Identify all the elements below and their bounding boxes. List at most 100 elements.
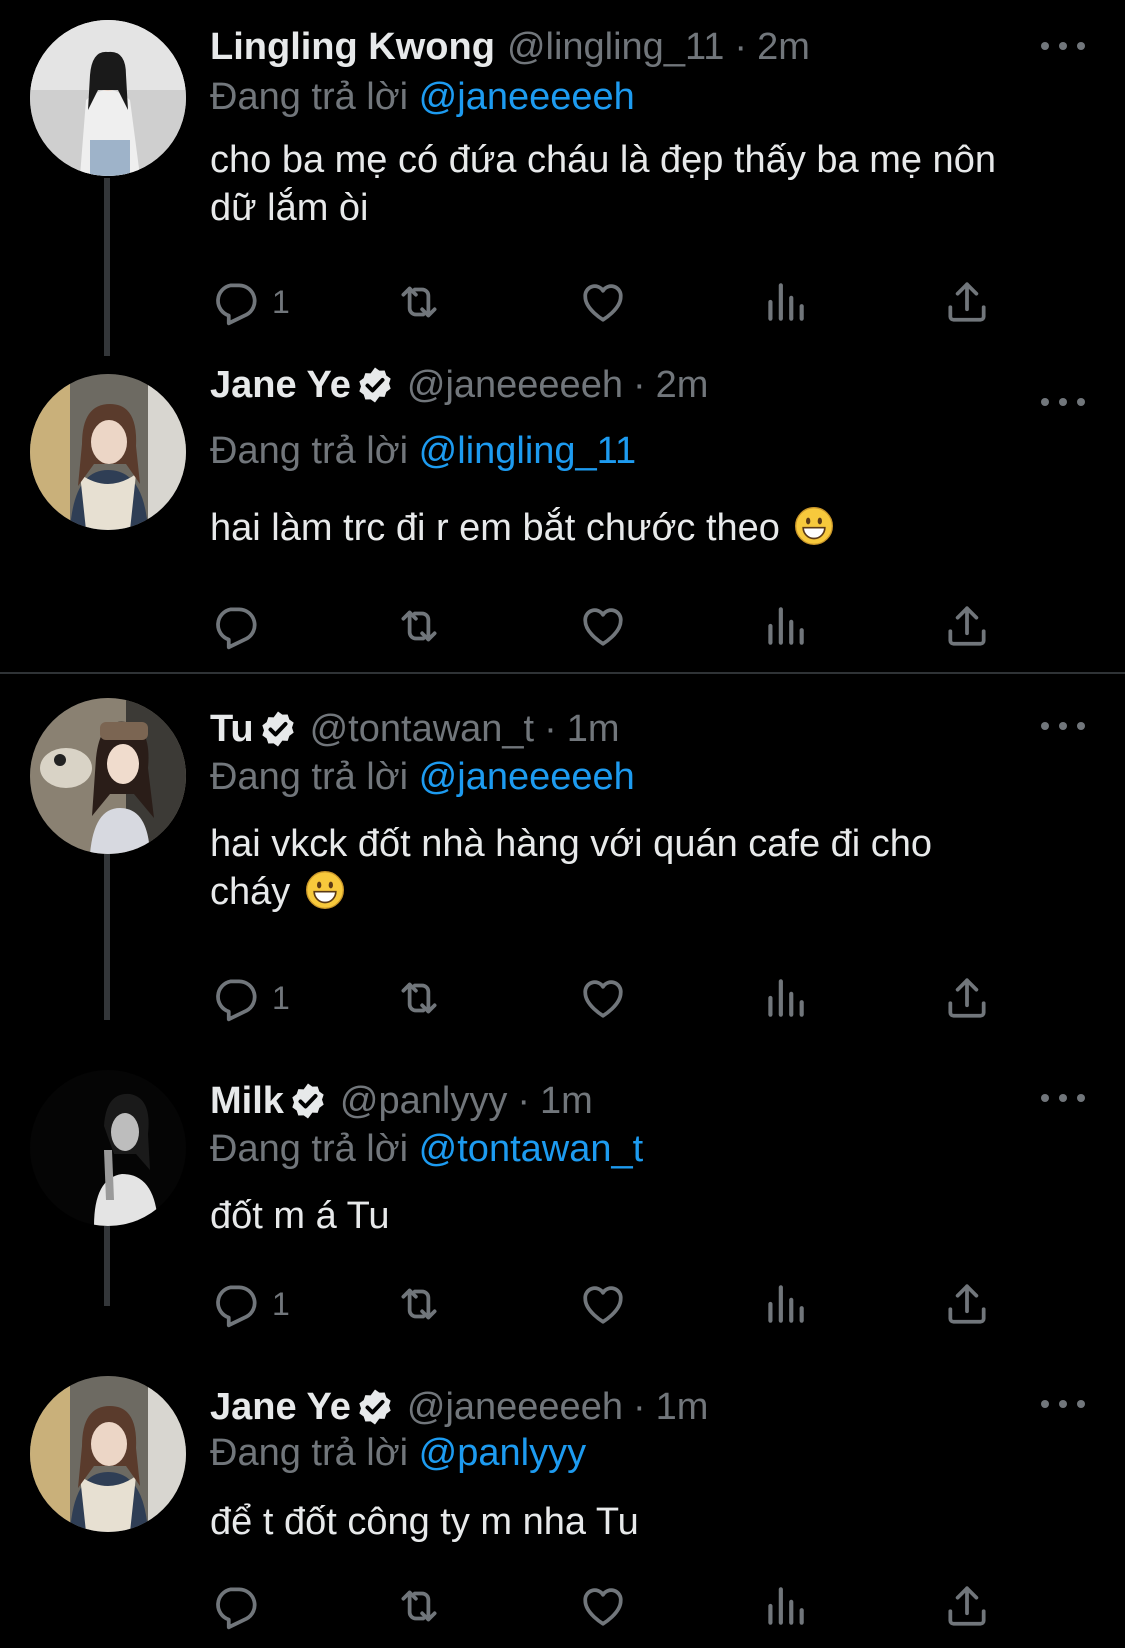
tweet-header: Milk @panlyyy · 1m: [210, 1076, 593, 1126]
share-button[interactable]: [942, 970, 992, 1026]
more-icon[interactable]: [1041, 1384, 1085, 1424]
avatar[interactable]: [30, 374, 186, 530]
like-button[interactable]: [578, 598, 628, 654]
verified-badge-icon: [258, 709, 298, 749]
avatar[interactable]: [30, 1376, 186, 1532]
reply-prefix: Đang trả lời: [210, 756, 409, 798]
retweet-button[interactable]: [394, 1578, 444, 1634]
tweet-text-line: hai vkck đốt nhà hàng với quán cafe đi c…: [210, 823, 933, 865]
tweet-text: hai vkck đốt nhà hàng với quán cafe đi c…: [210, 820, 1090, 916]
reply-button[interactable]: 1: [210, 970, 290, 1026]
views-icon: [760, 1581, 810, 1631]
reply-mention-link[interactable]: @lingling_11: [419, 430, 636, 472]
tweet-text: hai làm trc đi r em bắt chước theo: [210, 504, 1090, 552]
avatar-image: [30, 20, 186, 176]
reply-icon: [210, 601, 260, 651]
share-button[interactable]: [942, 274, 992, 330]
like-button[interactable]: [578, 274, 628, 330]
share-button[interactable]: [942, 598, 992, 654]
separator-dot: ·: [517, 1079, 530, 1122]
heart-icon: [578, 1279, 628, 1329]
reply-button[interactable]: [210, 598, 272, 654]
user-handle[interactable]: @panlyyy: [340, 1080, 507, 1123]
tweet-actions: 1: [210, 274, 1030, 330]
share-icon: [942, 1581, 992, 1631]
avatar-image: [30, 698, 186, 854]
share-icon: [942, 973, 992, 1023]
share-button[interactable]: [942, 1276, 992, 1332]
tweet-header: Jane Ye @janeeeeeh · 2m: [210, 360, 708, 410]
retweet-icon: [394, 601, 444, 651]
views-icon: [760, 601, 810, 651]
share-icon: [942, 277, 992, 327]
views-button[interactable]: [760, 274, 810, 330]
heart-icon: [578, 601, 628, 651]
display-name[interactable]: Jane Ye: [210, 364, 351, 407]
reply-mention-link[interactable]: @tontawan_t: [419, 1128, 644, 1170]
user-handle[interactable]: @lingling_11: [507, 26, 724, 69]
share-icon: [942, 1279, 992, 1329]
display-name[interactable]: Lingling Kwong: [210, 26, 495, 69]
more-icon[interactable]: [1041, 706, 1085, 746]
smiley-emoji-icon: [794, 506, 834, 546]
retweet-button[interactable]: [394, 970, 444, 1026]
retweet-icon: [394, 1279, 444, 1329]
reply-button[interactable]: 1: [210, 1276, 290, 1332]
timestamp[interactable]: 2m: [757, 26, 810, 69]
reply-prefix: Đang trả lời: [210, 430, 409, 472]
timestamp[interactable]: 1m: [567, 708, 620, 751]
timestamp[interactable]: 1m: [656, 1386, 709, 1429]
retweet-button[interactable]: [394, 274, 444, 330]
reply-button[interactable]: 1: [210, 274, 290, 330]
tweet-text-line: đốt m á Tu: [210, 1195, 390, 1237]
timestamp[interactable]: 2m: [656, 364, 709, 407]
avatar-image: [30, 374, 186, 530]
reply-context: Đang trả lời @tontawan_t: [210, 1128, 643, 1171]
display-name[interactable]: Milk: [210, 1080, 284, 1123]
reply-prefix: Đang trả lời: [210, 1432, 409, 1474]
tweet-text: để t đốt công ty m nha Tu: [210, 1498, 1090, 1546]
views-button[interactable]: [760, 1578, 810, 1634]
verified-badge-icon: [355, 365, 395, 405]
user-handle[interactable]: @janeeeeeh: [407, 1386, 623, 1429]
tweet-text: đốt m á Tu: [210, 1192, 1090, 1240]
reply-context: Đang trả lời @lingling_11: [210, 430, 636, 473]
reply-mention-link[interactable]: @panlyyy: [419, 1432, 586, 1474]
user-handle[interactable]: @tontawan_t: [310, 708, 535, 751]
views-icon: [760, 1279, 810, 1329]
separator-dot: ·: [734, 25, 748, 68]
display-name[interactable]: Tu: [210, 708, 254, 751]
more-icon[interactable]: [1041, 26, 1085, 66]
like-button[interactable]: [578, 1578, 628, 1634]
views-button[interactable]: [760, 970, 810, 1026]
heart-icon: [578, 277, 628, 327]
reply-prefix: Đang trả lời: [210, 1128, 409, 1170]
tweet-text-line: để t đốt công ty m nha Tu: [210, 1501, 639, 1543]
separator-dot: ·: [632, 363, 646, 406]
separator-dot: ·: [544, 707, 557, 750]
like-button[interactable]: [578, 970, 628, 1026]
tweet-header: Lingling Kwong @lingling_11 · 2m: [210, 22, 810, 72]
user-handle[interactable]: @janeeeeeh: [407, 364, 623, 407]
more-icon[interactable]: [1041, 1078, 1085, 1118]
views-button[interactable]: [760, 598, 810, 654]
more-icon[interactable]: [1041, 382, 1085, 422]
retweet-button[interactable]: [394, 1276, 444, 1332]
timestamp[interactable]: 1m: [540, 1080, 593, 1123]
reply-prefix: Đang trả lời: [210, 76, 409, 118]
reply-context: Đang trả lời @janeeeeeh: [210, 76, 635, 119]
reply-button[interactable]: [210, 1578, 272, 1634]
avatar[interactable]: [30, 20, 186, 176]
like-button[interactable]: [578, 1276, 628, 1332]
reply-mention-link[interactable]: @janeeeeeh: [419, 76, 635, 118]
retweet-button[interactable]: [394, 598, 444, 654]
avatar[interactable]: [30, 1070, 186, 1226]
reply-icon: [210, 1279, 260, 1329]
tweet-actions: [210, 1578, 1030, 1634]
views-button[interactable]: [760, 1276, 810, 1332]
avatar[interactable]: [30, 698, 186, 854]
heart-icon: [578, 973, 628, 1023]
reply-mention-link[interactable]: @janeeeeeh: [419, 756, 635, 798]
display-name[interactable]: Jane Ye: [210, 1386, 351, 1429]
share-button[interactable]: [942, 1578, 992, 1634]
